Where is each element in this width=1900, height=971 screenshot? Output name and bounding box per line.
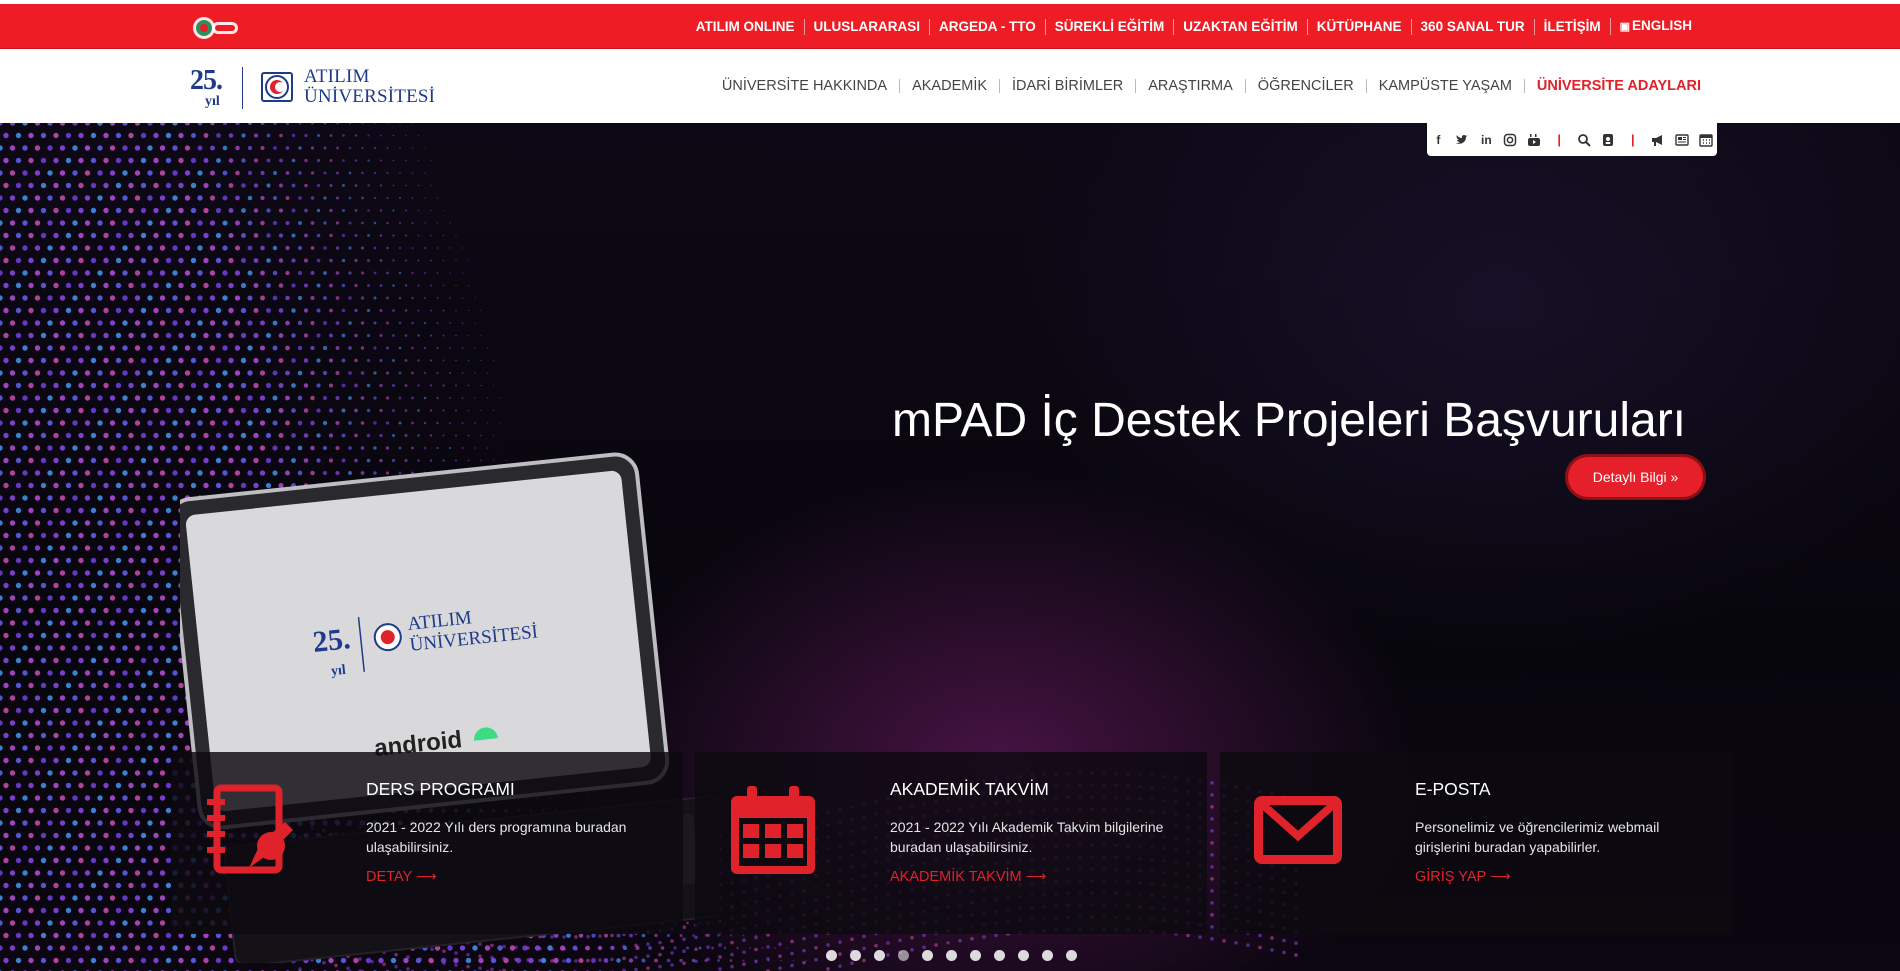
- top-nav-item-uzaktan-egitim[interactable]: UZAKTAN EĞİTİM: [1173, 18, 1307, 35]
- top-nav-item-uluslararasi[interactable]: ULUSLARARASI: [803, 18, 930, 35]
- main-nav-item-idari-birimler[interactable]: İDARİ BİRİMLER: [999, 79, 1135, 93]
- card-title: AKADEMİK TAKVİM: [890, 779, 1049, 799]
- slider-dot[interactable]: [874, 950, 885, 961]
- facebook-icon[interactable]: f: [1431, 133, 1445, 147]
- top-bar: ATILIM ONLINE ULUSLARARASI ARGEDA - TTO …: [0, 0, 1900, 49]
- slider-dot[interactable]: [898, 950, 909, 961]
- notebook-pen-icon[interactable]: [201, 782, 297, 878]
- logo-divider: [242, 67, 243, 109]
- top-nav-item-iletisim[interactable]: İLETİŞİM: [1533, 18, 1610, 35]
- card-title: DERS PROGRAMI: [366, 779, 515, 799]
- card-text: 2021 - 2022 Yılı ders programına buradan…: [366, 819, 627, 855]
- slider-dot[interactable]: [922, 950, 933, 961]
- top-nav-item-atilim-online[interactable]: ATILIM ONLINE: [687, 19, 804, 35]
- language-switch[interactable]: ▣ ENGLISH: [1609, 18, 1701, 35]
- university-emblem-icon: [261, 72, 293, 102]
- slider-dot[interactable]: [1066, 950, 1077, 961]
- tablet-logo-yil: yıl: [330, 663, 346, 679]
- slider-dot[interactable]: [850, 950, 861, 961]
- youtube-icon[interactable]: [1527, 133, 1541, 147]
- card-akademik-takvim: AKADEMİK TAKVİM 2021 - 2022 Yılı Akademi…: [695, 752, 1207, 934]
- slider-pagination: [826, 950, 1077, 961]
- envelope-icon[interactable]: [1250, 782, 1346, 878]
- slider-dot[interactable]: [1018, 950, 1029, 961]
- toolbar-divider: |: [1631, 132, 1635, 147]
- card-text: Personelimiz ve öğrencilerimiz webmail g…: [1415, 819, 1660, 855]
- top-nav-item-surekli-egitim[interactable]: SÜREKLİ EĞİTİM: [1044, 18, 1174, 35]
- card-link-detay[interactable]: DETAY ⟶: [366, 869, 437, 885]
- language-icon: ▣: [1619, 21, 1630, 33]
- calendar-icon[interactable]: [725, 782, 821, 878]
- tablet-logo-years: 25.: [311, 622, 352, 659]
- main-nav-item-universite-adaylari[interactable]: ÜNİVERSİTE ADAYLARI: [1523, 79, 1701, 93]
- main-nav: ÜNİVERSİTE HAKKINDA AKADEMİK İDARİ BİRİM…: [710, 49, 1701, 123]
- contacts-icon[interactable]: [1601, 133, 1615, 147]
- quick-links: DERS PROGRAMI 2021 - 2022 Yılı ders prog…: [171, 752, 1732, 934]
- logo-name-line1: ATILIM: [304, 66, 370, 87]
- hero-title: mPAD İç Destek Projeleri Başvuruları: [892, 394, 1687, 447]
- slider-dot[interactable]: [970, 950, 981, 961]
- social-toolbar: f in | |: [1427, 123, 1717, 156]
- card-ders-programi: DERS PROGRAMI 2021 - 2022 Yılı ders prog…: [171, 752, 683, 934]
- details-button[interactable]: Detaylı Bilgi »: [1568, 457, 1703, 497]
- main-header: 25. yıl ATILIM ÜNİVERSİTESİ ÜNİVERSİTE H…: [0, 49, 1900, 123]
- logo-yil: yıl: [205, 94, 220, 109]
- card-link-giris-yap[interactable]: GİRİŞ YAP ⟶: [1415, 869, 1511, 885]
- instagram-icon[interactable]: [1503, 133, 1517, 147]
- search-icon[interactable]: [1577, 133, 1591, 147]
- card-text: 2021 - 2022 Yılı Akademik Takvim bilgile…: [890, 819, 1164, 855]
- slider-dot[interactable]: [946, 950, 957, 961]
- card-e-posta: E-POSTA Personelimiz ve öğrencilerimiz w…: [1220, 752, 1732, 934]
- slider-dot[interactable]: [994, 950, 1005, 961]
- calendar-icon[interactable]: [1698, 133, 1713, 147]
- slider-dot[interactable]: [826, 950, 837, 961]
- top-nav-item-argeda-tto[interactable]: ARGEDA - TTO: [929, 18, 1045, 35]
- linkedin-icon[interactable]: in: [1479, 133, 1493, 147]
- anniversary-badge-icon[interactable]: [190, 14, 242, 42]
- top-nav-item-kutuphane[interactable]: KÜTÜPHANE: [1306, 18, 1411, 35]
- card-link-akademik-takvim[interactable]: AKADEMİK TAKVİM ⟶: [890, 869, 1046, 885]
- main-nav-item-ogrenciler[interactable]: ÖĞRENCİLER: [1244, 79, 1366, 93]
- toolbar-divider: |: [1557, 132, 1561, 147]
- main-nav-item-arastirma[interactable]: ARAŞTIRMA: [1135, 79, 1245, 93]
- card-title: E-POSTA: [1415, 779, 1491, 799]
- main-nav-item-universite-hakkinda[interactable]: ÜNİVERSİTE HAKKINDA: [710, 79, 899, 94]
- news-icon[interactable]: [1674, 133, 1689, 147]
- twitter-icon[interactable]: [1455, 133, 1469, 147]
- announcement-icon[interactable]: [1651, 133, 1665, 147]
- language-label: ENGLISH: [1631, 18, 1692, 33]
- logo-name-line2: ÜNİVERSİTESİ: [304, 86, 436, 107]
- slider-dot[interactable]: [1042, 950, 1053, 961]
- main-nav-item-kampuste-yasam[interactable]: KAMPÜSTE YAŞAM: [1365, 79, 1524, 93]
- top-nav: ATILIM ONLINE ULUSLARARASI ARGEDA - TTO …: [687, 4, 1701, 49]
- hero-slider: f in | | 25. yıl ATILIM ÜNİVERSİTESİ and…: [0, 123, 1900, 971]
- logo-years: 25.: [190, 65, 223, 96]
- university-logo[interactable]: 25. yıl ATILIM ÜNİVERSİTESİ: [190, 63, 440, 111]
- top-nav-item-360-sanal-tur[interactable]: 360 SANAL TUR: [1410, 18, 1534, 35]
- main-nav-item-akademik[interactable]: AKADEMİK: [899, 79, 999, 93]
